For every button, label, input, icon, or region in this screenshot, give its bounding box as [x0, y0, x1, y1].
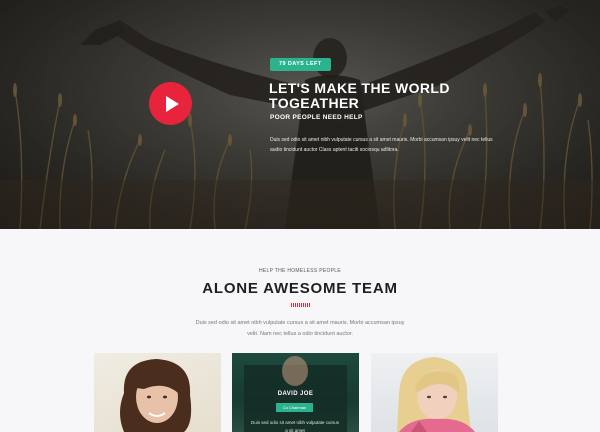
hero-banner: 79 DAYS LEFT LET'S MAKE THE WORLD TOGEAT… — [0, 0, 600, 229]
team-member-photo — [120, 359, 192, 432]
title-divider — [290, 303, 311, 307]
team-member-bio: Duis sed odio sit amet nibh vulputate cu… — [250, 420, 340, 432]
hero-title: LET'S MAKE THE WORLD TOGEATHER — [269, 80, 450, 111]
section-title: ALONE AWESOME TEAM — [202, 280, 398, 297]
play-video-button[interactable] — [149, 82, 192, 125]
team-member-role: Co Chairman — [276, 403, 313, 412]
team-member-name: DAVID JOE — [277, 391, 314, 397]
team-member-photo — [397, 357, 475, 432]
hero-subtitle: POOR PEOPLE NEED HELP — [270, 114, 363, 121]
section-description: Duis sed odio sit amet nibh vulputate cu… — [195, 320, 405, 337]
days-left-badge: 79 DAYS LEFT — [270, 58, 331, 71]
play-icon — [166, 95, 179, 112]
hero-description: Duis sed odio sit amet nibh vulputate cu… — [270, 137, 493, 153]
team-member-card[interactable] — [94, 353, 221, 432]
team-member-card[interactable] — [371, 353, 498, 432]
section-kicker: HELP THE HOMELESS PEOPLE — [258, 268, 342, 274]
